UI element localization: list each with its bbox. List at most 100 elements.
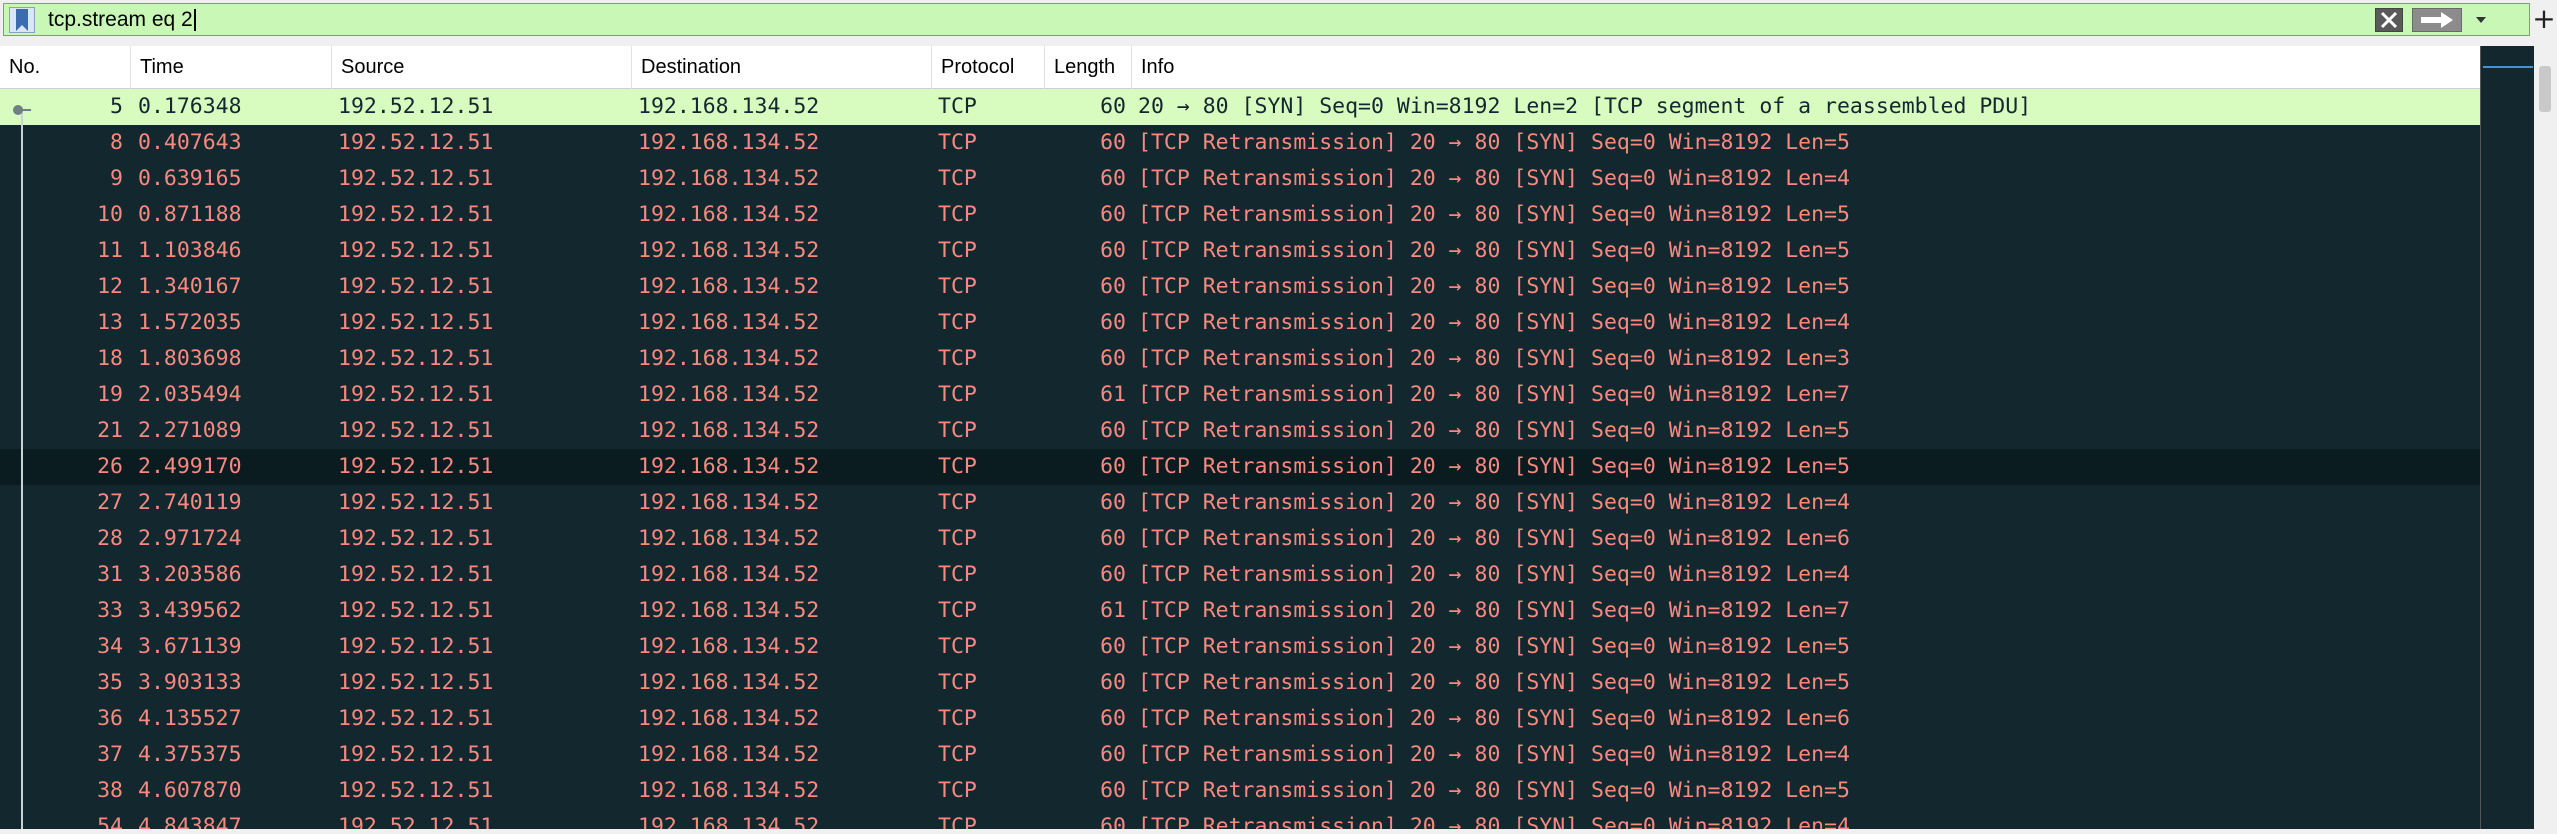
packet-info: [TCP Retransmission] 20 → 80 [SYN] Seq=0… xyxy=(1138,238,1850,263)
packet-row[interactable]: 28 2.971724 192.52.12.51 192.168.134.52 TCP 6… xyxy=(0,521,2480,557)
packet-time: 3.439562 xyxy=(138,598,242,623)
packet-protocol: TCP xyxy=(938,634,977,659)
packet-protocol: TCP xyxy=(938,274,977,299)
packet-row[interactable]: 12 1.340167 192.52.12.51 192.168.134.52 TCP 6… xyxy=(0,269,2480,305)
packet-row[interactable]: 31 3.203586 192.52.12.51 192.168.134.52 TCP 6… xyxy=(0,557,2480,593)
packet-row[interactable]: 18 1.803698 192.52.12.51 192.168.134.52 TCP 6… xyxy=(0,341,2480,377)
packet-time: 4.607870 xyxy=(138,778,242,803)
column-header-info[interactable]: Info xyxy=(1132,46,2480,89)
packet-protocol: TCP xyxy=(938,814,977,829)
packet-time: 4.843847 xyxy=(138,814,242,829)
vertical-scrollbar[interactable] xyxy=(2534,46,2557,829)
packet-row[interactable]: 13 1.572035 192.52.12.51 192.168.134.52 TCP 6… xyxy=(0,305,2480,341)
packet-protocol: TCP xyxy=(938,742,977,767)
packet-row[interactable]: 37 4.375375 192.52.12.51 192.168.134.52 TCP 6… xyxy=(0,737,2480,773)
packet-time: 1.803698 xyxy=(138,346,242,371)
column-header-length[interactable]: Length xyxy=(1045,46,1132,89)
packet-no: 26 xyxy=(97,454,123,479)
packet-source: 192.52.12.51 xyxy=(338,274,494,299)
clear-filter-button[interactable] xyxy=(2375,8,2403,32)
packet-info: [TCP Retransmission] 20 → 80 [SYN] Seq=0… xyxy=(1138,274,1850,299)
packet-row[interactable]: 36 4.135527 192.52.12.51 192.168.134.52 TCP 6… xyxy=(0,701,2480,737)
packet-row[interactable]: 54 4.843847 192.52.12.51 192.168.134.52 TCP 6… xyxy=(0,809,2480,829)
scrollbar-thumb[interactable] xyxy=(2539,66,2551,112)
packet-time: 4.135527 xyxy=(138,706,242,731)
packet-protocol: TCP xyxy=(938,778,977,803)
packet-protocol: TCP xyxy=(938,598,977,623)
packet-rows: 5 0.176348 192.52.12.51 192.168.134.52 TCP 60… xyxy=(0,89,2480,829)
packet-info: [TCP Retransmission] 20 → 80 [SYN] Seq=0… xyxy=(1138,418,1850,443)
packet-info: [TCP Retransmission] 20 → 80 [SYN] Seq=0… xyxy=(1138,526,1850,551)
column-header-no[interactable]: No. xyxy=(0,46,131,89)
recent-filters-dropdown[interactable] xyxy=(2468,8,2494,32)
chevron-down-icon xyxy=(2476,17,2486,23)
packet-no: 37 xyxy=(97,742,123,767)
packet-info: [TCP Retransmission] 20 → 80 [SYN] Seq=0… xyxy=(1138,382,1850,407)
packet-minimap[interactable] xyxy=(2480,46,2535,829)
packet-row[interactable]: 8 0.407643 192.52.12.51 192.168.134.52 TCP 60… xyxy=(0,125,2480,161)
display-filter-toolbar: tcp.stream eq 2 + xyxy=(0,0,2557,40)
packet-row[interactable]: 19 2.035494 192.52.12.51 192.168.134.52 TCP 6… xyxy=(0,377,2480,413)
packet-list-header: No. Time Source Destination Protocol Len… xyxy=(0,46,2480,89)
add-filter-button[interactable]: + xyxy=(2532,4,2556,34)
packet-info: [TCP Retransmission] 20 → 80 [SYN] Seq=0… xyxy=(1138,778,1850,803)
packet-info: [TCP Retransmission] 20 → 80 [SYN] Seq=0… xyxy=(1138,670,1850,695)
packet-protocol: TCP xyxy=(938,382,977,407)
packet-destination: 192.168.134.52 xyxy=(638,418,820,443)
packet-info: [TCP Retransmission] 20 → 80 [SYN] Seq=0… xyxy=(1138,490,1850,515)
packet-row[interactable]: 21 2.271089 192.52.12.51 192.168.134.52 TCP 6… xyxy=(0,413,2480,449)
packet-destination: 192.168.134.52 xyxy=(638,130,820,155)
packet-info: [TCP Retransmission] 20 → 80 [SYN] Seq=0… xyxy=(1138,130,1850,155)
display-filter-input[interactable]: tcp.stream eq 2 xyxy=(3,3,2530,36)
packet-destination: 192.168.134.52 xyxy=(638,310,820,335)
packet-time: 0.176348 xyxy=(138,94,242,119)
packet-source: 192.52.12.51 xyxy=(338,814,494,829)
packet-source: 192.52.12.51 xyxy=(338,742,494,767)
packet-time: 0.871188 xyxy=(138,202,242,227)
packet-row[interactable]: 35 3.903133 192.52.12.51 192.168.134.52 TCP 6… xyxy=(0,665,2480,701)
column-header-source[interactable]: Source xyxy=(332,46,632,89)
packet-length: 60 xyxy=(1100,94,1126,119)
conversation-start-dot xyxy=(13,105,23,115)
column-header-time[interactable]: Time xyxy=(131,46,332,89)
packet-row[interactable]: 9 0.639165 192.52.12.51 192.168.134.52 TCP 60… xyxy=(0,161,2480,197)
packet-info: [TCP Retransmission] 20 → 80 [SYN] Seq=0… xyxy=(1138,562,1850,587)
packet-info: 20 → 80 [SYN] Seq=0 Win=8192 Len=2 [TCP … xyxy=(1138,94,2032,119)
bookmark-icon xyxy=(16,9,28,31)
packet-no: 27 xyxy=(97,490,123,515)
packet-row[interactable]: 26 2.499170 192.52.12.51 192.168.134.52 TCP 6… xyxy=(0,449,2480,485)
packet-destination: 192.168.134.52 xyxy=(638,454,820,479)
packet-protocol: TCP xyxy=(938,94,977,119)
packet-source: 192.52.12.51 xyxy=(338,346,494,371)
packet-length: 60 xyxy=(1100,670,1126,695)
packet-time: 0.639165 xyxy=(138,166,242,191)
display-filter-text[interactable]: tcp.stream eq 2 xyxy=(48,7,196,33)
packet-protocol: TCP xyxy=(938,562,977,587)
packet-info: [TCP Retransmission] 20 → 80 [SYN] Seq=0… xyxy=(1138,598,1850,623)
packet-length: 60 xyxy=(1100,706,1126,731)
packet-row-selected[interactable]: 5 0.176348 192.52.12.51 192.168.134.52 TCP 60… xyxy=(0,89,2480,125)
packet-row[interactable]: 27 2.740119 192.52.12.51 192.168.134.52 TCP 6… xyxy=(0,485,2480,521)
packet-source: 192.52.12.51 xyxy=(338,490,494,515)
packet-length: 60 xyxy=(1100,166,1126,191)
packet-protocol: TCP xyxy=(938,310,977,335)
packet-no: 10 xyxy=(97,202,123,227)
packet-no: 36 xyxy=(97,706,123,731)
packet-time: 3.203586 xyxy=(138,562,242,587)
packet-time: 4.375375 xyxy=(138,742,242,767)
packet-destination: 192.168.134.52 xyxy=(638,670,820,695)
column-header-protocol[interactable]: Protocol xyxy=(932,46,1045,89)
packet-row[interactable]: 34 3.671139 192.52.12.51 192.168.134.52 TCP 6… xyxy=(0,629,2480,665)
packet-protocol: TCP xyxy=(938,454,977,479)
packet-row[interactable]: 11 1.103846 192.52.12.51 192.168.134.52 TCP 6… xyxy=(0,233,2480,269)
packet-list[interactable]: No. Time Source Destination Protocol Len… xyxy=(0,46,2480,829)
column-header-destination[interactable]: Destination xyxy=(632,46,932,89)
packet-protocol: TCP xyxy=(938,238,977,263)
packet-time: 2.271089 xyxy=(138,418,242,443)
packet-row[interactable]: 33 3.439562 192.52.12.51 192.168.134.52 TCP 6… xyxy=(0,593,2480,629)
packet-row[interactable]: 10 0.871188 192.52.12.51 192.168.134.52 TCP 6… xyxy=(0,197,2480,233)
packet-row[interactable]: 38 4.607870 192.52.12.51 192.168.134.52 TCP 6… xyxy=(0,773,2480,809)
packet-destination: 192.168.134.52 xyxy=(638,634,820,659)
filter-bookmark-button[interactable] xyxy=(9,7,35,33)
apply-filter-button[interactable] xyxy=(2412,8,2462,32)
